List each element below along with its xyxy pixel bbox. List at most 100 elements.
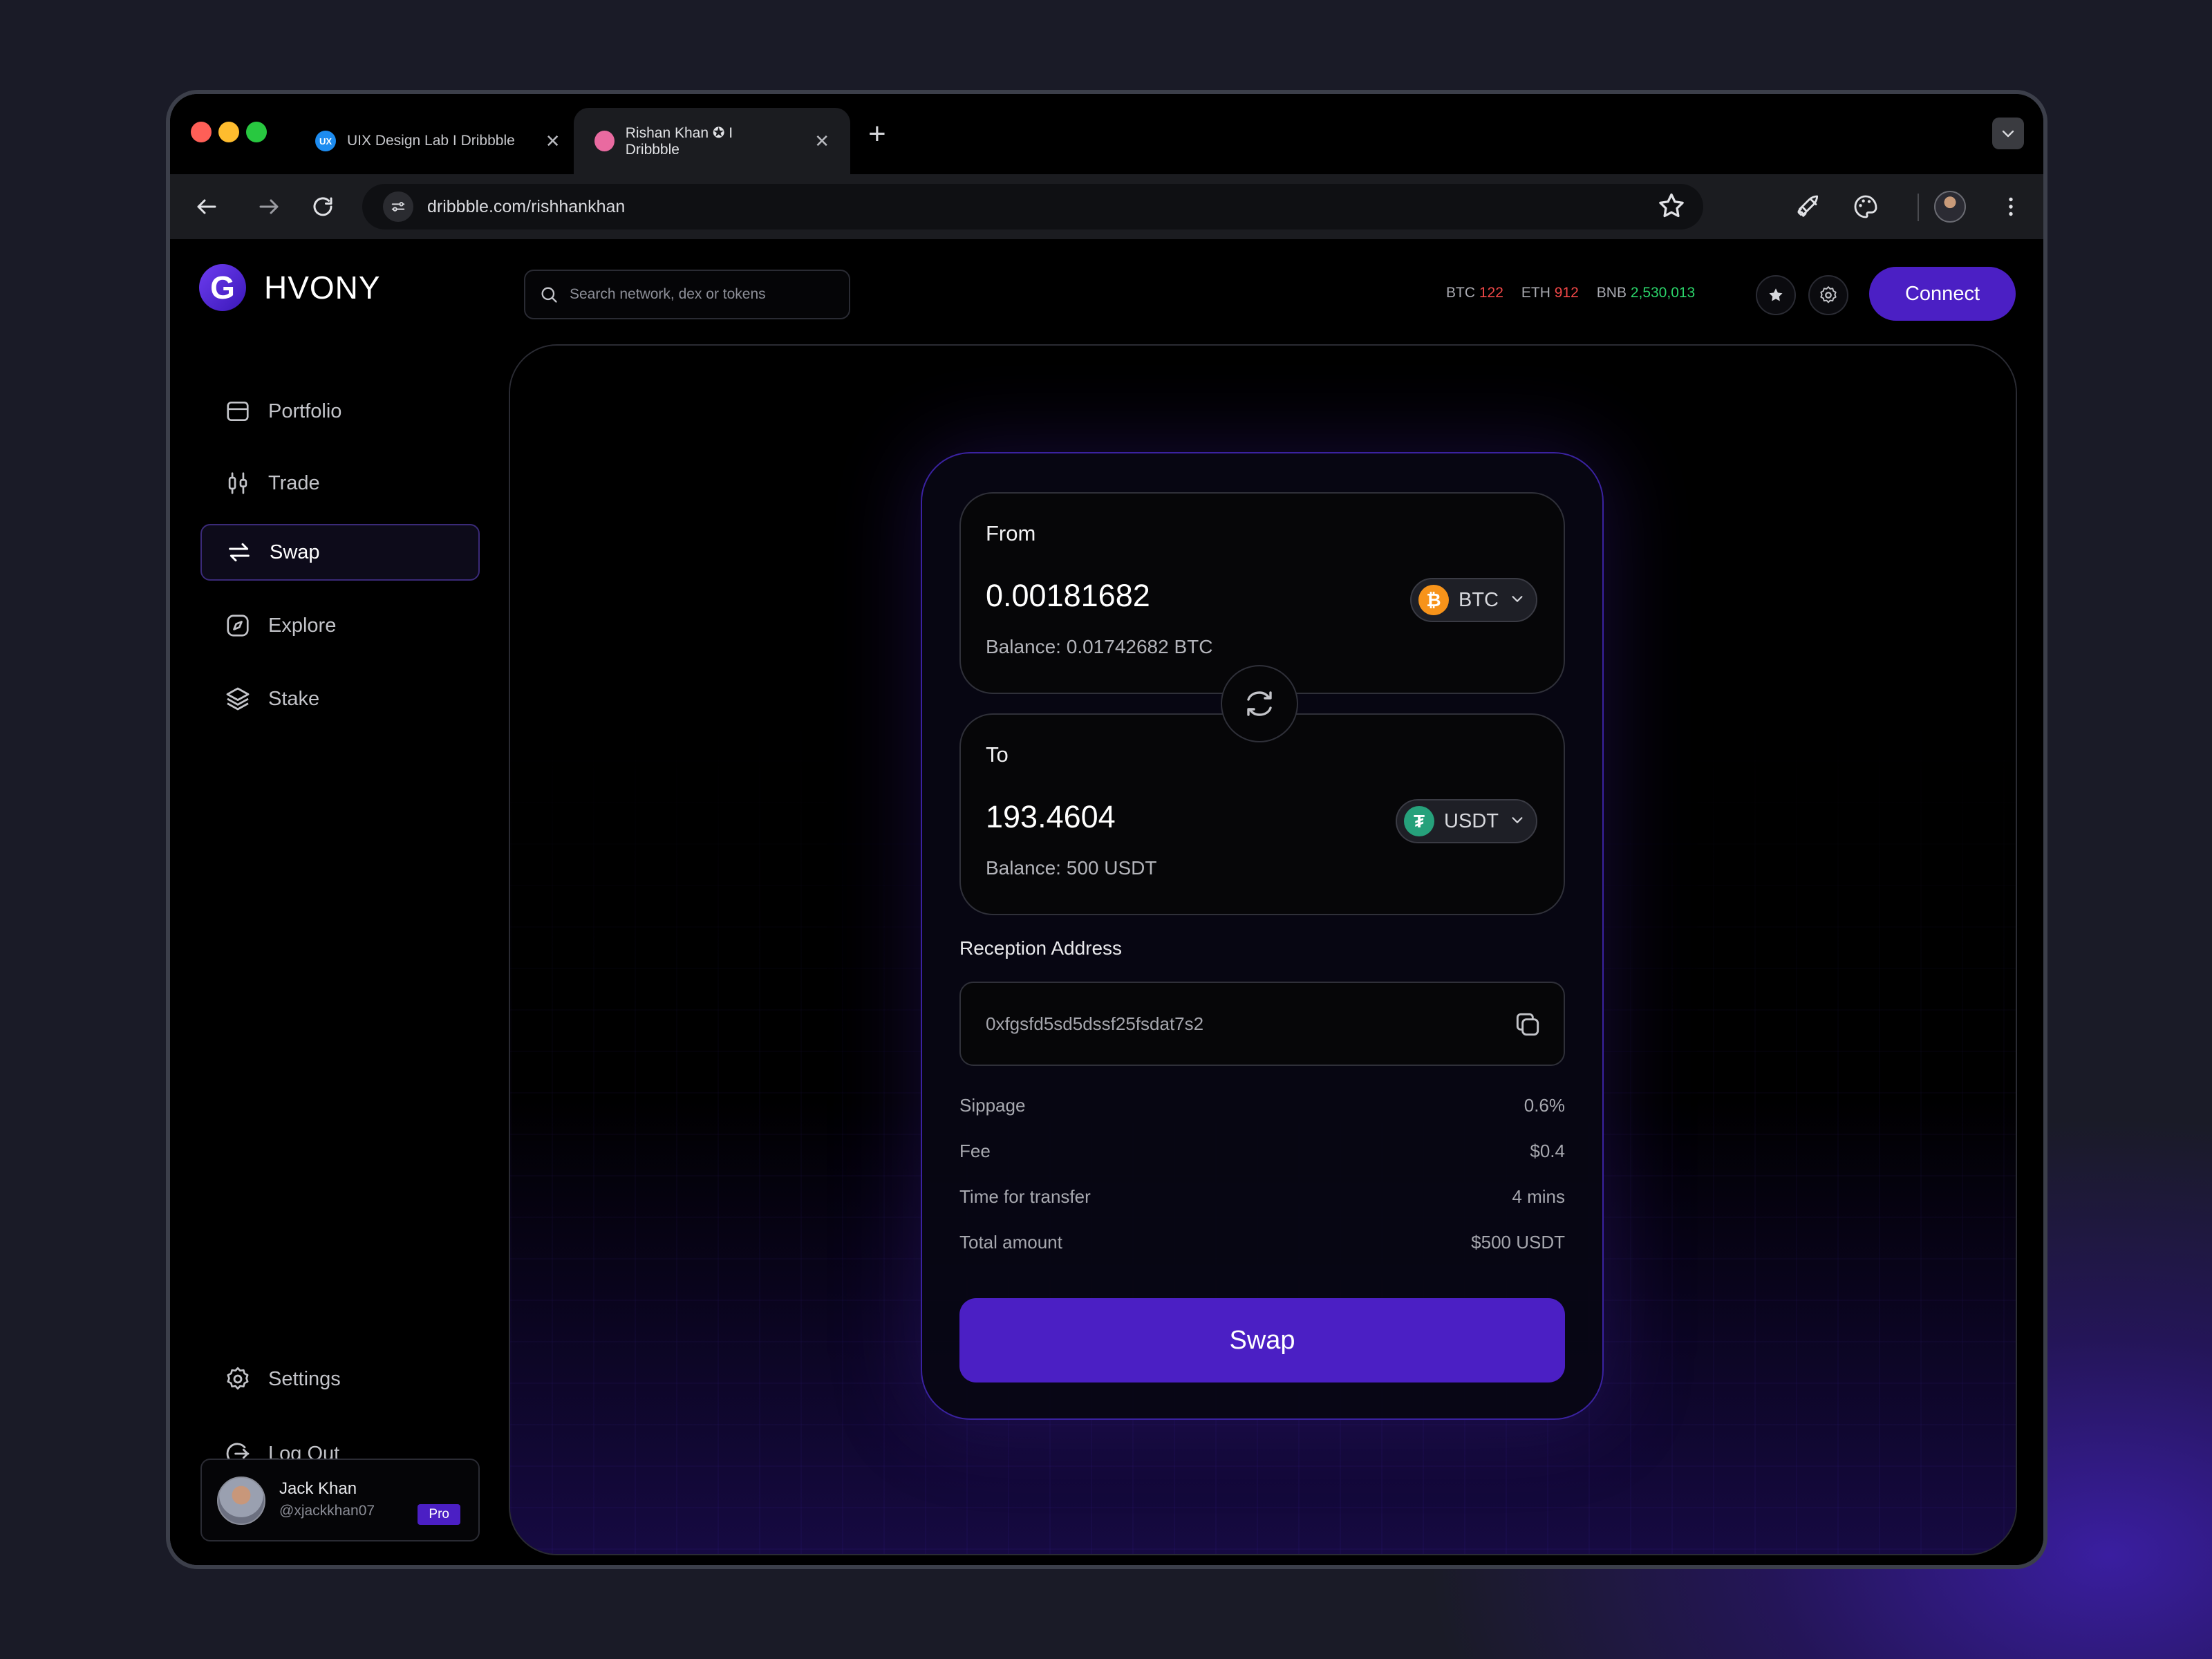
more-vertical-icon: [2009, 197, 2013, 216]
to-token-select[interactable]: ₮ USDT: [1396, 799, 1537, 843]
tab-label: UIX Design Lab I Dribbble: [347, 133, 515, 149]
brand-logo[interactable]: G HVONY: [199, 264, 381, 311]
to-label: To: [986, 742, 1009, 767]
back-button[interactable]: [189, 189, 224, 224]
sidebar-item-label: Explore: [268, 614, 337, 637]
ticker-btc: BTC 122: [1446, 285, 1503, 301]
settings-button[interactable]: [1808, 275, 1848, 315]
compass-icon: [224, 612, 252, 639]
chevron-down-icon: [1510, 810, 1525, 833]
detail-row-fee: Fee $0.4: [959, 1141, 1565, 1162]
tab-search-button[interactable]: [1992, 118, 2024, 149]
palette-icon: [1854, 195, 1877, 218]
connect-wallet-button[interactable]: Connect: [1869, 267, 2016, 321]
sidebar-item-settings[interactable]: Settings: [200, 1351, 480, 1407]
forward-button[interactable]: [252, 189, 286, 224]
price-tickers: BTC 122 ETH 912 BNB 2,530,013: [1446, 285, 1695, 301]
uix-favicon-icon: UX: [315, 131, 336, 151]
candlestick-icon: [224, 469, 252, 497]
pro-badge: Pro: [418, 1504, 460, 1525]
address-bar: dribbble.com/rishhankhan: [170, 174, 2043, 239]
reception-address-value: 0xfgsfd5sd5dssf25fsdat7s2: [986, 1013, 1204, 1034]
tab-label: Rishan Khan ✪ I Dribbble: [625, 124, 733, 158]
sidebar-item-label: Portfolio: [268, 400, 342, 422]
detail-label: Fee: [959, 1141, 991, 1161]
detail-label: Sippage: [959, 1095, 1026, 1116]
sidebar-item-trade[interactable]: Trade: [200, 455, 480, 512]
new-tab-button[interactable]: +: [868, 119, 886, 149]
from-label: From: [986, 521, 1036, 545]
search-icon: [541, 287, 557, 303]
sidebar-item-portfolio[interactable]: Portfolio: [200, 383, 480, 440]
detail-value: 4 mins: [1512, 1186, 1565, 1207]
detail-value: 0.6%: [1524, 1095, 1565, 1116]
site-settings-icon[interactable]: [383, 191, 413, 222]
user-name: Jack Khan: [279, 1479, 357, 1498]
search-input[interactable]: [570, 286, 846, 303]
swap-icon: [1247, 691, 1272, 716]
sidebar-item-label: Stake: [268, 687, 320, 710]
from-field: From 0.00181682 ₿ BTC Balance: 0.0174268…: [959, 492, 1565, 694]
reload-button[interactable]: [306, 189, 340, 224]
detail-label: Total amount: [959, 1232, 1062, 1253]
extension-palette-button[interactable]: [1848, 189, 1883, 224]
arrow-left-icon: [197, 199, 216, 214]
to-amount-input[interactable]: 193.4604: [986, 799, 1116, 835]
detail-row-time: Time for transfer 4 mins: [959, 1186, 1565, 1208]
sidebar-item-explore[interactable]: Explore: [200, 597, 480, 654]
gear-icon: [224, 1365, 252, 1393]
extension-rocket-button[interactable]: [1792, 189, 1826, 224]
rocket-icon: [1797, 195, 1819, 217]
close-tab-icon[interactable]: ✕: [545, 131, 561, 152]
browser-profile-avatar[interactable]: [1934, 191, 1966, 223]
sidebar-item-label: Settings: [268, 1367, 341, 1390]
swap-card: From 0.00181682 ₿ BTC Balance: 0.0174268…: [921, 452, 1604, 1420]
chevron-down-icon: [2002, 130, 2014, 138]
swap-direction-button[interactable]: [1221, 665, 1298, 742]
chevron-down-icon: [1510, 589, 1525, 612]
url-text: dribbble.com/rishhankhan: [427, 196, 626, 216]
arrow-right-icon: [259, 199, 279, 214]
detail-label: Time for transfer: [959, 1186, 1091, 1207]
bookmark-star-icon[interactable]: [1656, 191, 1687, 225]
sidebar-item-label: Trade: [268, 471, 320, 494]
from-token-label: BTC: [1459, 588, 1499, 611]
from-amount-input[interactable]: 0.00181682: [986, 578, 1150, 614]
star-icon: [1769, 288, 1783, 301]
maximize-window-button[interactable]: [246, 122, 267, 142]
from-token-select[interactable]: ₿ BTC: [1410, 578, 1537, 622]
reception-address-label: Reception Address: [959, 937, 1123, 959]
detail-row-slippage: Sippage 0.6%: [959, 1095, 1565, 1116]
ticker-bnb: BNB 2,530,013: [1596, 285, 1696, 301]
toolbar-divider: [1918, 194, 1919, 221]
detail-value: $500 USDT: [1471, 1232, 1565, 1253]
minimize-window-button[interactable]: [218, 122, 239, 142]
sidebar-item-label: Swap: [270, 541, 320, 563]
gear-icon: [1820, 286, 1837, 303]
user-profile-card[interactable]: Jack Khan @xjackkhan07 Pro: [200, 1459, 480, 1541]
user-handle: @xjackkhan07: [279, 1503, 375, 1519]
search-box[interactable]: [524, 270, 850, 319]
url-field[interactable]: dribbble.com/rishhankhan: [362, 184, 1703, 229]
bitcoin-icon: ₿: [1418, 585, 1449, 615]
copy-icon[interactable]: [1512, 1009, 1543, 1043]
tether-icon: ₮: [1404, 806, 1435, 836]
reception-address-field[interactable]: 0xfgsfd5sd5dssf25fsdat7s2: [959, 982, 1565, 1066]
sidebar-item-stake[interactable]: Stake: [200, 671, 480, 727]
detail-row-total: Total amount $500 USDT: [959, 1232, 1565, 1253]
layers-icon: [224, 685, 252, 713]
tab-rishan-khan[interactable]: Rishan Khan ✪ I Dribbble ✕: [574, 108, 850, 174]
detail-value: $0.4: [1530, 1141, 1565, 1161]
browser-menu-button[interactable]: [1994, 189, 2028, 224]
favorites-button[interactable]: [1756, 275, 1796, 315]
close-window-button[interactable]: [191, 122, 212, 142]
to-field: To 193.4604 ₮ USDT Balance: 500 USDT: [959, 713, 1565, 915]
dribbble-favicon-icon: [594, 131, 615, 151]
sidebar-item-swap[interactable]: Swap: [200, 524, 480, 581]
to-balance: Balance: 500 USDT: [986, 857, 1157, 879]
swap-button[interactable]: Swap: [959, 1298, 1565, 1382]
swap-icon: [225, 538, 253, 566]
brand-name: HVONY: [264, 270, 381, 306]
tab-bar: UX UIX Design Lab I Dribbble ✕ Rishan Kh…: [170, 94, 2043, 174]
close-tab-icon[interactable]: ✕: [814, 131, 830, 152]
